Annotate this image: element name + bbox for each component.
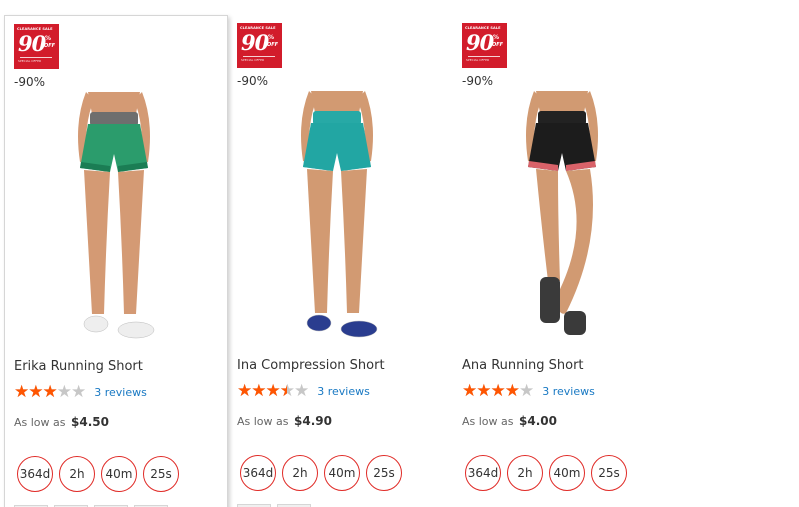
countdown-hours: 2h xyxy=(507,455,543,491)
countdown-seconds: 25s xyxy=(591,455,627,491)
countdown-minutes: 40m xyxy=(101,456,137,492)
countdown-timer: 364d 2h 40m 25s xyxy=(17,456,179,492)
countdown-days: 364d xyxy=(17,456,53,492)
waistband-shape xyxy=(313,111,361,125)
countdown-minutes: 40m xyxy=(324,455,360,491)
countdown-minutes: 40m xyxy=(549,455,585,491)
product-photo xyxy=(78,92,155,339)
countdown-seconds: 25s xyxy=(366,455,402,491)
product-image[interactable] xyxy=(237,91,453,349)
badge-divider xyxy=(20,57,52,58)
rating-stars: ★★★★★★★★★★ xyxy=(237,381,309,401)
product-card[interactable]: CLEARANCE SALE 90 % OFF SPECIAL OFFER -9… xyxy=(462,15,678,507)
product-name-link[interactable]: Ana Running Short xyxy=(462,358,584,373)
price-box: As low as $4.00 xyxy=(462,414,557,428)
rating-stars: ★★★★★★★★★★ xyxy=(462,381,534,401)
discount-label: -90% xyxy=(237,74,269,88)
countdown-days: 364d xyxy=(465,455,501,491)
product-card[interactable]: CLEARANCE SALE 90 % OFF SPECIAL OFFER -9… xyxy=(237,15,453,507)
discount-label: -90% xyxy=(14,75,46,89)
product-card[interactable]: CLEARANCE SALE 90 % OFF SPECIAL OFFER -9… xyxy=(4,15,228,507)
product-photo xyxy=(301,91,378,338)
left-shoe-shape xyxy=(540,277,560,323)
countdown-hours: 2h xyxy=(282,455,318,491)
price-box: As low as $4.50 xyxy=(14,415,109,429)
badge-off: OFF xyxy=(44,43,56,49)
left-shoe-shape xyxy=(306,314,332,332)
price-prefix: As low as xyxy=(462,415,514,428)
badge-number: 90 xyxy=(18,31,46,56)
badge-percent: % xyxy=(493,34,500,41)
right-leg-shape xyxy=(118,170,144,314)
waistband-shape xyxy=(90,112,138,126)
badge-foot-text: SPECIAL OFFER xyxy=(18,59,42,63)
product-image[interactable] xyxy=(462,91,678,349)
price-prefix: As low as xyxy=(237,415,289,428)
clearance-sale-badge: CLEARANCE SALE 90 % OFF SPECIAL OFFER xyxy=(462,23,507,68)
badge-off: OFF xyxy=(492,42,504,48)
clearance-sale-badge: CLEARANCE SALE 90 % OFF SPECIAL OFFER xyxy=(14,24,59,69)
right-shoe-shape xyxy=(340,320,378,338)
badge-number: 90 xyxy=(241,30,269,55)
countdown-timer: 364d 2h 40m 25s xyxy=(465,455,627,491)
reviews-link[interactable]: 3 reviews xyxy=(317,385,370,398)
product-name-link[interactable]: Erika Running Short xyxy=(14,359,143,374)
badge-percent: % xyxy=(268,34,275,41)
left-shoe-shape xyxy=(83,315,109,333)
badge-divider xyxy=(468,56,500,57)
price-value: $4.50 xyxy=(71,415,109,429)
right-leg-shape xyxy=(341,169,367,313)
badge-percent: % xyxy=(45,35,52,42)
countdown-seconds: 25s xyxy=(143,456,179,492)
price-value: $4.00 xyxy=(519,414,557,428)
price-box: As low as $4.90 xyxy=(237,414,332,428)
reviews-link[interactable]: 3 reviews xyxy=(542,385,595,398)
badge-divider xyxy=(243,56,275,57)
right-shoe-shape xyxy=(117,321,155,339)
rating-summary: ★★★★★★★★★★ 3 reviews xyxy=(14,382,147,402)
rating-stars: ★★★★★★★★★★ xyxy=(14,382,86,402)
rating-summary: ★★★★★★★★★★ 3 reviews xyxy=(237,381,370,401)
countdown-hours: 2h xyxy=(59,456,95,492)
left-leg-shape xyxy=(84,170,110,314)
left-leg-shape xyxy=(307,169,333,313)
badge-foot-text: SPECIAL OFFER xyxy=(241,58,265,62)
torso-shape xyxy=(88,92,140,114)
product-photo xyxy=(526,91,598,335)
product-grid: CLEARANCE SALE 90 % OFF SPECIAL OFFER -9… xyxy=(0,0,799,507)
badge-number: 90 xyxy=(466,30,494,55)
left-leg-shape xyxy=(536,169,560,281)
badge-foot-text: SPECIAL OFFER xyxy=(466,58,490,62)
torso-shape xyxy=(311,91,363,113)
price-value: $4.90 xyxy=(294,414,332,428)
product-name-link[interactable]: Ina Compression Short xyxy=(237,358,385,373)
right-shoe-shape xyxy=(564,311,586,335)
clearance-sale-badge: CLEARANCE SALE 90 % OFF SPECIAL OFFER xyxy=(237,23,282,68)
rating-summary: ★★★★★★★★★★ 3 reviews xyxy=(462,381,595,401)
waistband-shape xyxy=(538,111,586,125)
torso-shape xyxy=(536,91,588,113)
reviews-link[interactable]: 3 reviews xyxy=(94,386,147,399)
discount-label: -90% xyxy=(462,74,494,88)
price-prefix: As low as xyxy=(14,416,66,429)
countdown-days: 364d xyxy=(240,455,276,491)
countdown-timer: 364d 2h 40m 25s xyxy=(240,455,402,491)
badge-off: OFF xyxy=(267,42,279,48)
product-image[interactable] xyxy=(14,92,230,350)
